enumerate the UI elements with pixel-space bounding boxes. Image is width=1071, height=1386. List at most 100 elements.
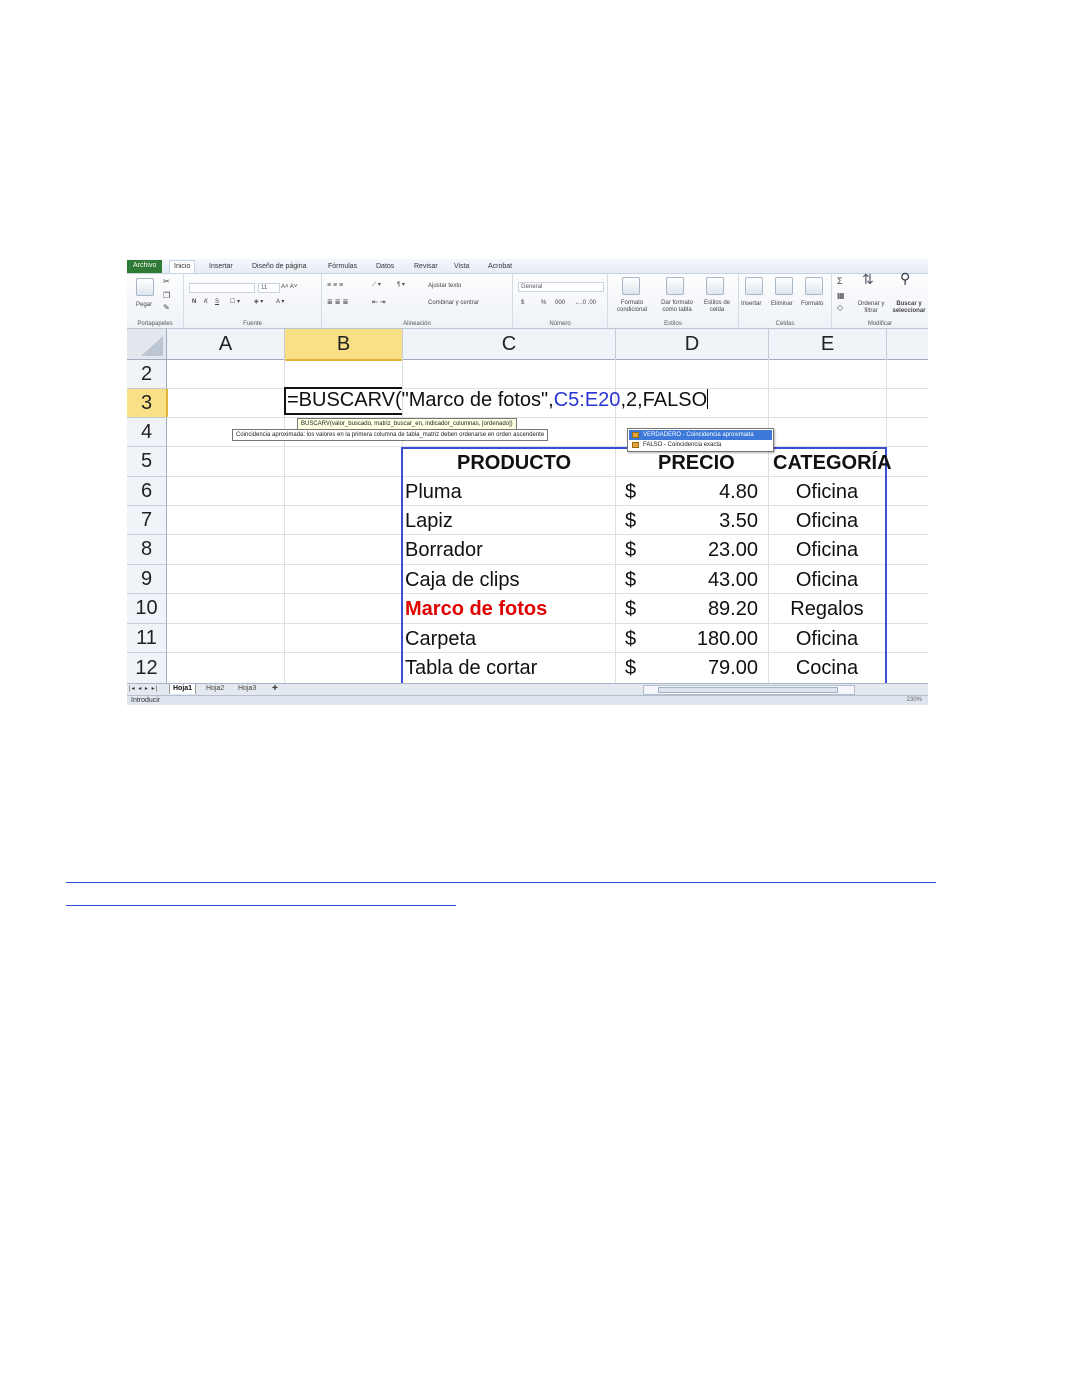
cell-precio[interactable]: 3.50 xyxy=(719,510,758,533)
grow-font-icon[interactable]: A˄ A˅ xyxy=(281,284,297,291)
sort-filter-button[interactable]: Ordenar y filtrar xyxy=(854,301,888,315)
column-header-e[interactable]: E xyxy=(769,329,887,360)
copy-icon[interactable]: ❐ xyxy=(163,292,170,300)
format-table-button[interactable]: Dar formato como tabla xyxy=(655,300,699,314)
cell-moneda[interactable]: $ xyxy=(625,569,636,592)
rtl-icon[interactable]: ¶ ▾ xyxy=(397,282,405,289)
clear-icon[interactable]: ◇ xyxy=(837,304,843,312)
row-header-11[interactable]: 11 xyxy=(127,624,167,653)
tab-acrobat[interactable]: Acrobat xyxy=(484,261,516,273)
row-header-7[interactable]: 7 xyxy=(127,506,167,535)
conditional-format-button[interactable]: Formato condicional xyxy=(610,300,654,314)
cell-precio[interactable]: 23.00 xyxy=(708,539,758,562)
cell-categoria[interactable]: Oficina xyxy=(796,510,858,533)
orientation-icon[interactable]: ⟋ ▾ xyxy=(372,282,381,289)
cut-icon[interactable]: ✂ xyxy=(163,278,170,286)
formula-text[interactable]: =BUSCARV("Marco de fotos",C5:E20,2,FALSO xyxy=(287,389,709,412)
cell-producto[interactable]: Lapiz xyxy=(405,510,453,533)
worksheet-grid[interactable]: A B C D E 2 3 4 5 6 7 8 9 10 11 12 PRODU… xyxy=(127,329,928,687)
header-precio[interactable]: PRECIO xyxy=(658,452,735,475)
font-name-select[interactable] xyxy=(189,283,255,293)
format-painter-icon[interactable]: ✎ xyxy=(163,304,170,312)
cell-precio[interactable]: 89.20 xyxy=(708,598,758,621)
cell-producto[interactable]: Borrador xyxy=(405,539,483,562)
scrollbar-thumb[interactable] xyxy=(658,687,838,693)
row-header-8[interactable]: 8 xyxy=(127,535,167,565)
header-producto[interactable]: PRODUCTO xyxy=(457,452,571,475)
cell-producto[interactable]: Tabla de cortar xyxy=(405,657,537,680)
delete-button[interactable]: Eliminar xyxy=(771,301,793,308)
align-top-icon[interactable]: ≡ ≡ ≡ xyxy=(327,282,343,289)
conditional-format-icon[interactable] xyxy=(622,277,640,295)
cell-styles-button[interactable]: Estilos de celda xyxy=(699,300,735,314)
zoom-level[interactable]: 230% xyxy=(907,697,922,703)
tab-vista[interactable]: Vista xyxy=(450,261,473,273)
indent-icon[interactable]: ⇤ ⇥ xyxy=(372,299,386,306)
paste-icon[interactable] xyxy=(136,278,154,296)
font-size-select[interactable]: 11 xyxy=(258,283,280,293)
fill-color-icon[interactable]: ◈ ▾ xyxy=(254,299,263,306)
cell-precio[interactable]: 4.80 xyxy=(719,481,758,504)
percent-button[interactable]: % xyxy=(541,300,546,307)
cell-categoria[interactable]: Oficina xyxy=(796,481,858,504)
cell-moneda[interactable]: $ xyxy=(625,628,636,651)
tab-inicio[interactable]: Inicio xyxy=(169,260,196,273)
cell-styles-icon[interactable] xyxy=(706,277,724,295)
thousands-button[interactable]: 000 xyxy=(555,300,565,307)
insert-sheet-icon[interactable]: ✚ xyxy=(269,684,281,694)
sort-filter-icon[interactable]: ⇅ xyxy=(862,272,874,286)
row-header-9[interactable]: 9 xyxy=(127,565,167,594)
insert-cells-icon[interactable] xyxy=(745,277,763,295)
tab-diseno-pagina[interactable]: Diseño de página xyxy=(248,261,311,273)
format-table-icon[interactable] xyxy=(666,277,684,295)
find-select-button[interactable]: Buscar y seleccionar xyxy=(890,301,928,315)
cell-precio[interactable]: 79.00 xyxy=(708,657,758,680)
tab-formulas[interactable]: Fórmulas xyxy=(324,261,361,273)
row-header-6[interactable]: 6 xyxy=(127,477,167,506)
underline-button[interactable]: S xyxy=(215,299,219,306)
row-header-10[interactable]: 10 xyxy=(127,594,167,624)
currency-button[interactable]: $ xyxy=(521,300,524,307)
sheet-tab-hoja2[interactable]: Hoja2 xyxy=(203,684,227,694)
sheet-tab-hoja1[interactable]: Hoja1 xyxy=(169,684,197,694)
delete-cells-icon[interactable] xyxy=(775,277,793,295)
fill-icon[interactable]: ▦ xyxy=(837,292,845,300)
cell-categoria[interactable]: Oficina xyxy=(796,539,858,562)
find-icon[interactable]: ⚲ xyxy=(900,271,910,285)
cell-categoria[interactable]: Oficina xyxy=(796,628,858,651)
cell-producto[interactable]: Marco de fotos xyxy=(405,598,547,621)
cell-precio[interactable]: 43.00 xyxy=(708,569,758,592)
format-cells-icon[interactable] xyxy=(805,277,823,295)
cell-categoria[interactable]: Oficina xyxy=(796,569,858,592)
row-header-2[interactable]: 2 xyxy=(127,360,167,389)
hyperlink-underline[interactable] xyxy=(66,905,456,906)
cell-moneda[interactable]: $ xyxy=(625,510,636,533)
merge-center-button[interactable]: Combinar y centrar xyxy=(428,300,479,307)
row-header-12[interactable]: 12 xyxy=(127,653,167,683)
bold-button[interactable]: N xyxy=(192,299,196,306)
italic-button[interactable]: K xyxy=(204,299,208,306)
tab-revisar[interactable]: Revisar xyxy=(410,261,442,273)
insert-button[interactable]: Insertar xyxy=(741,301,761,308)
horizontal-scrollbar[interactable] xyxy=(643,685,855,695)
tab-insertar[interactable]: Insertar xyxy=(205,261,237,273)
autocomplete-item[interactable]: VERDADERO - Coincidencia aproximada xyxy=(629,430,772,440)
column-header-f[interactable] xyxy=(887,329,928,360)
tab-archivo[interactable]: Archivo xyxy=(127,260,163,273)
decimal-icon[interactable]: ←.0 .00 xyxy=(575,300,596,307)
autosum-icon[interactable]: Σ xyxy=(837,277,843,286)
column-header-c[interactable]: C xyxy=(403,329,616,360)
cell-moneda[interactable]: $ xyxy=(625,539,636,562)
row-header-4[interactable]: 4 xyxy=(127,418,167,447)
row-header-3[interactable]: 3 xyxy=(127,389,168,418)
align-left-icon[interactable]: ≣ ≣ ≣ xyxy=(327,299,349,306)
column-header-b[interactable]: B xyxy=(285,329,403,361)
cell-moneda[interactable]: $ xyxy=(625,481,636,504)
cell-producto[interactable]: Pluma xyxy=(405,481,462,504)
sheet-tab-hoja3[interactable]: Hoja3 xyxy=(235,684,259,694)
cell-categoria[interactable]: Regalos xyxy=(790,598,863,621)
cell-producto[interactable]: Carpeta xyxy=(405,628,476,651)
cell-moneda[interactable]: $ xyxy=(625,657,636,680)
column-header-a[interactable]: A xyxy=(167,329,285,360)
cell-producto[interactable]: Caja de clips xyxy=(405,569,520,592)
